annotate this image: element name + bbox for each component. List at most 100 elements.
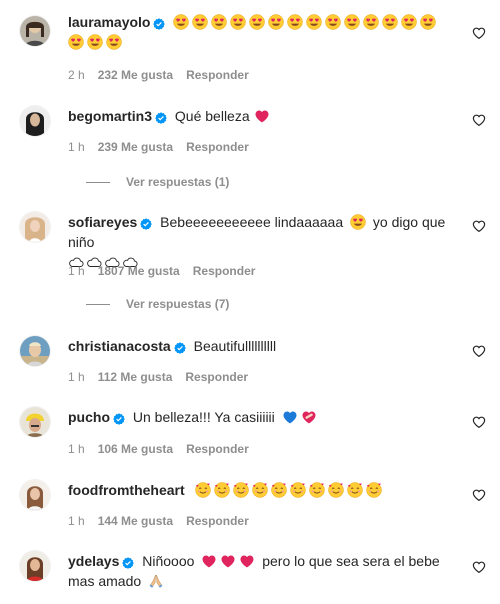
heart-outline-icon[interactable] xyxy=(472,113,486,127)
comment-text: Bebeeeeeeeeeee lindaaaaaa xyxy=(160,214,344,230)
smiling-face-with-hearts-emoji-icon xyxy=(271,482,287,498)
username[interactable]: lauramayolo xyxy=(68,14,150,30)
heart-outline-icon[interactable] xyxy=(472,219,486,233)
comment-time: 1 h xyxy=(68,514,85,528)
username[interactable]: begomartin3 xyxy=(68,108,152,124)
verified-badge-icon xyxy=(113,413,125,425)
username[interactable]: ydelays xyxy=(68,553,119,569)
comment-time: 1 h xyxy=(68,442,85,456)
heart-eyes-emoji-icon xyxy=(268,14,284,30)
divider-line xyxy=(86,182,110,184)
red-heart-emoji-icon xyxy=(220,553,236,569)
comment-time: 1 h xyxy=(68,370,85,384)
likes-count[interactable]: 112 Me gusta xyxy=(98,370,173,384)
reply-button[interactable]: Responder xyxy=(185,370,248,384)
view-replies-label: Ver respuestas (7) xyxy=(126,297,230,311)
verified-badge-icon xyxy=(174,342,186,354)
verified-badge-icon xyxy=(140,218,152,230)
username[interactable]: pucho xyxy=(68,409,110,425)
comment-body: sofiareyes Bebeeeeeeeeeee lindaaaaaa yo … xyxy=(68,212,458,272)
verified-badge-icon xyxy=(122,557,134,569)
smiling-face-with-hearts-emoji-icon xyxy=(233,482,249,498)
comment-meta: 1 h 239 Me gusta Responder xyxy=(68,140,262,154)
username[interactable]: christianacosta xyxy=(68,338,171,354)
heart-eyes-emoji-icon xyxy=(350,214,366,230)
comment-body: foodfromtheheart xyxy=(68,480,458,500)
heart-outline-icon[interactable] xyxy=(472,488,486,502)
mending-heart-emoji-icon xyxy=(301,409,317,425)
likes-count[interactable]: 1807 Me gusta xyxy=(98,264,180,278)
likes-count[interactable]: 106 Me gusta xyxy=(98,442,173,456)
comment-body: pucho Un belleza!!! Ya casiiiiii xyxy=(68,407,458,427)
red-heart-emoji-icon xyxy=(201,553,217,569)
verified-badge-icon xyxy=(153,18,165,30)
heart-eyes-emoji-icon xyxy=(325,14,341,30)
verified-badge-icon xyxy=(155,112,167,124)
avatar[interactable] xyxy=(20,212,50,242)
username[interactable]: foodfromtheheart xyxy=(68,482,185,498)
heart-eyes-emoji-icon xyxy=(382,14,398,30)
heart-outline-icon[interactable] xyxy=(472,26,486,40)
smiling-face-with-hearts-emoji-icon xyxy=(347,482,363,498)
heart-eyes-emoji-icon xyxy=(306,14,322,30)
avatar[interactable] xyxy=(20,336,50,366)
avatar[interactable] xyxy=(20,551,50,581)
blue-heart-emoji-icon xyxy=(282,409,298,425)
likes-count[interactable]: 144 Me gusta xyxy=(98,514,173,528)
comment-text: Niñoooo xyxy=(142,553,195,569)
view-replies-button[interactable]: Ver respuestas (7) xyxy=(68,297,229,311)
comment-text: Beautifullllllllll xyxy=(193,338,277,354)
heart-eyes-emoji-icon xyxy=(420,14,436,30)
smiling-face-with-hearts-emoji-icon xyxy=(366,482,382,498)
heart-eyes-emoji-icon xyxy=(211,14,227,30)
username[interactable]: sofiareyes xyxy=(68,214,137,230)
emoji-row xyxy=(195,482,385,498)
comment-time: 1 h xyxy=(68,264,85,278)
heart-eyes-emoji-icon xyxy=(106,34,122,50)
comment-text: Un belleza!!! Ya casiiiiii xyxy=(132,409,275,425)
comment-body: christianacosta Beautifullllllllll xyxy=(68,336,458,356)
heart-eyes-emoji-icon xyxy=(68,34,84,50)
avatar[interactable] xyxy=(20,480,50,510)
heart-eyes-emoji-icon xyxy=(344,14,360,30)
reply-button[interactable]: Responder xyxy=(186,140,249,154)
smiling-face-with-hearts-emoji-icon xyxy=(252,482,268,498)
heart-eyes-emoji-icon xyxy=(87,34,103,50)
reply-button[interactable]: Responder xyxy=(186,442,249,456)
comment-body: lauramayolo xyxy=(68,12,458,52)
comment-meta: 1 h 144 Me gusta Responder xyxy=(68,514,262,528)
comment-meta: 1 h 112 Me gusta Responder xyxy=(68,370,261,384)
heart-outline-icon[interactable] xyxy=(472,344,486,358)
heart-outline-icon[interactable] xyxy=(472,560,486,574)
comment-time: 1 h xyxy=(68,140,85,154)
red-heart-emoji-icon xyxy=(239,553,255,569)
comment-meta: 1 h 106 Me gusta Responder xyxy=(68,442,262,456)
heart-eyes-emoji-icon xyxy=(173,14,189,30)
comment-body: ydelays Niñoooo pero lo que sea sera el … xyxy=(68,551,458,591)
heart-eyes-emoji-icon xyxy=(363,14,379,30)
comment-text: Qué belleza xyxy=(174,108,250,124)
heart-eyes-emoji-icon xyxy=(249,14,265,30)
likes-count[interactable]: 232 Me gusta xyxy=(98,68,173,82)
comment-time: 2 h xyxy=(68,68,85,82)
comment-meta: 2 h 232 Me gusta Responder xyxy=(68,68,262,82)
heart-outline-icon[interactable] xyxy=(472,415,486,429)
smiling-face-with-hearts-emoji-icon xyxy=(195,482,211,498)
smiling-face-with-hearts-emoji-icon xyxy=(290,482,306,498)
divider-line xyxy=(86,304,110,306)
smiling-face-with-hearts-emoji-icon xyxy=(328,482,344,498)
view-replies-button[interactable]: Ver respuestas (1) xyxy=(68,175,229,189)
reply-button[interactable]: Responder xyxy=(193,264,256,278)
likes-count[interactable]: 239 Me gusta xyxy=(98,140,173,154)
heart-eyes-emoji-icon xyxy=(230,14,246,30)
reply-button[interactable]: Responder xyxy=(186,514,249,528)
smiling-face-with-hearts-emoji-icon xyxy=(214,482,230,498)
heart-eyes-emoji-icon xyxy=(287,14,303,30)
red-heart-emoji-icon xyxy=(254,108,270,124)
folded-hands-emoji-icon xyxy=(148,573,164,589)
avatar[interactable] xyxy=(20,407,50,437)
heart-eyes-emoji-icon xyxy=(192,14,208,30)
avatar[interactable] xyxy=(20,106,50,136)
reply-button[interactable]: Responder xyxy=(186,68,249,82)
avatar[interactable] xyxy=(20,16,50,46)
